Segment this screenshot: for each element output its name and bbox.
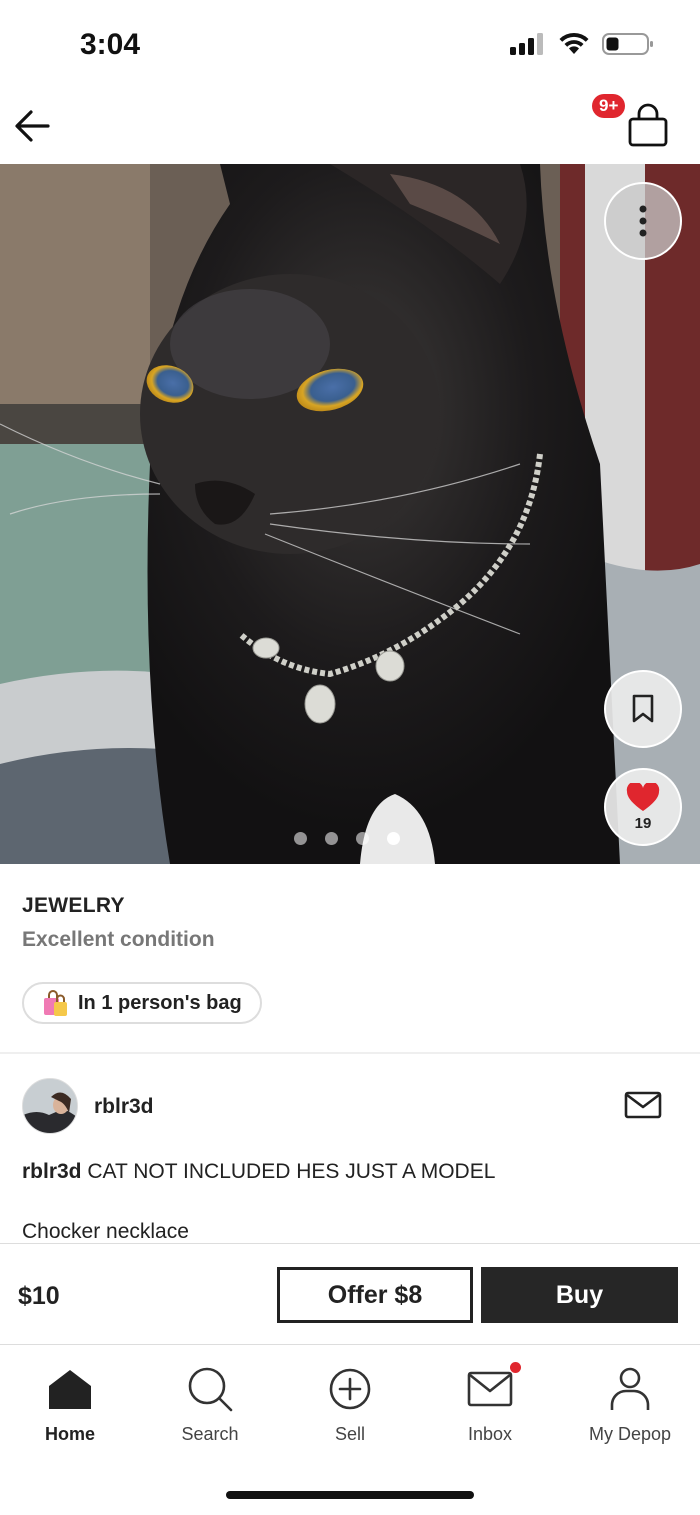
shopping-bag-button[interactable]: 9+ — [592, 94, 676, 152]
mail-icon — [624, 1091, 662, 1119]
bookmark-icon — [632, 694, 654, 723]
tab-sell-label: Sell — [334, 1424, 365, 1444]
status-icons — [510, 32, 654, 56]
product-description: rblr3d CAT NOT INCLUDED HES JUST A MODEL — [22, 1160, 495, 1184]
product-price: $10 — [18, 1282, 60, 1310]
tab-my-depop[interactable]: My Depop — [560, 1364, 700, 1445]
carousel-dot[interactable] — [325, 832, 338, 845]
product-photo — [0, 164, 700, 864]
in-bag-text: In 1 person's bag — [78, 991, 242, 1014]
save-button[interactable] — [604, 670, 682, 748]
bag-count-badge: 9+ — [592, 94, 626, 118]
make-offer-button[interactable]: Offer $8 — [277, 1267, 473, 1323]
inbox-notification-dot — [510, 1362, 521, 1373]
carousel-dot[interactable] — [356, 832, 369, 845]
shopping-bags-emoji-icon — [44, 990, 67, 1016]
arrow-left-icon — [15, 110, 50, 142]
search-icon — [185, 1364, 235, 1414]
home-icon — [45, 1364, 95, 1414]
cellular-signal-icon — [510, 33, 543, 55]
carousel-dot-active[interactable] — [387, 832, 400, 845]
home-indicator[interactable] — [226, 1491, 474, 1499]
tab-search-label: Search — [181, 1424, 239, 1444]
avatar-image — [23, 1079, 77, 1133]
user-icon — [605, 1364, 655, 1414]
heart-icon — [626, 782, 660, 811]
tab-search[interactable]: Search — [140, 1364, 280, 1445]
tab-my-depop-label: My Depop — [588, 1424, 672, 1444]
description-username[interactable]: rblr3d — [22, 1160, 82, 1183]
purchase-bar: $10 Offer $8 Buy — [0, 1243, 700, 1345]
carousel-dots — [294, 832, 400, 845]
bottom-tab-bar: Home Search Sell Inbox My Depop — [0, 1346, 700, 1456]
section-divider — [0, 1052, 700, 1054]
more-vertical-icon — [639, 205, 647, 237]
status-time: 3:04 — [80, 28, 141, 61]
top-nav: 9+ — [0, 90, 700, 164]
buy-button[interactable]: Buy — [481, 1267, 678, 1323]
product-condition: Excellent condition — [22, 928, 215, 951]
like-button[interactable]: 19 — [604, 768, 682, 846]
tab-sell[interactable]: Sell — [280, 1364, 420, 1445]
description-text: CAT NOT INCLUDED HES JUST A MODEL — [87, 1160, 496, 1183]
product-description-line2: Chocker necklace — [22, 1220, 189, 1243]
battery-icon — [602, 33, 653, 55]
wifi-icon — [559, 32, 589, 54]
tab-home-label: Home — [44, 1424, 95, 1444]
status-bar: 3:04 — [0, 0, 700, 90]
tab-inbox-label: Inbox — [467, 1424, 513, 1444]
product-category: JEWELRY — [22, 894, 125, 917]
product-image-carousel[interactable]: 19 — [0, 164, 700, 864]
carousel-dot[interactable] — [294, 832, 307, 845]
tab-home[interactable]: Home — [0, 1364, 140, 1445]
message-seller-button[interactable] — [624, 1090, 662, 1120]
mail-icon — [465, 1362, 521, 1414]
tab-inbox[interactable]: Inbox — [420, 1362, 560, 1445]
shopping-bag-icon — [628, 103, 668, 147]
like-count: 19 — [634, 814, 652, 832]
seller-username[interactable]: rblr3d — [94, 1095, 154, 1119]
back-button[interactable] — [10, 104, 54, 148]
in-bag-indicator: In 1 person's bag — [22, 982, 262, 1024]
seller-avatar[interactable] — [22, 1078, 78, 1134]
plus-circle-icon — [325, 1364, 375, 1414]
more-options-button[interactable] — [604, 182, 682, 260]
